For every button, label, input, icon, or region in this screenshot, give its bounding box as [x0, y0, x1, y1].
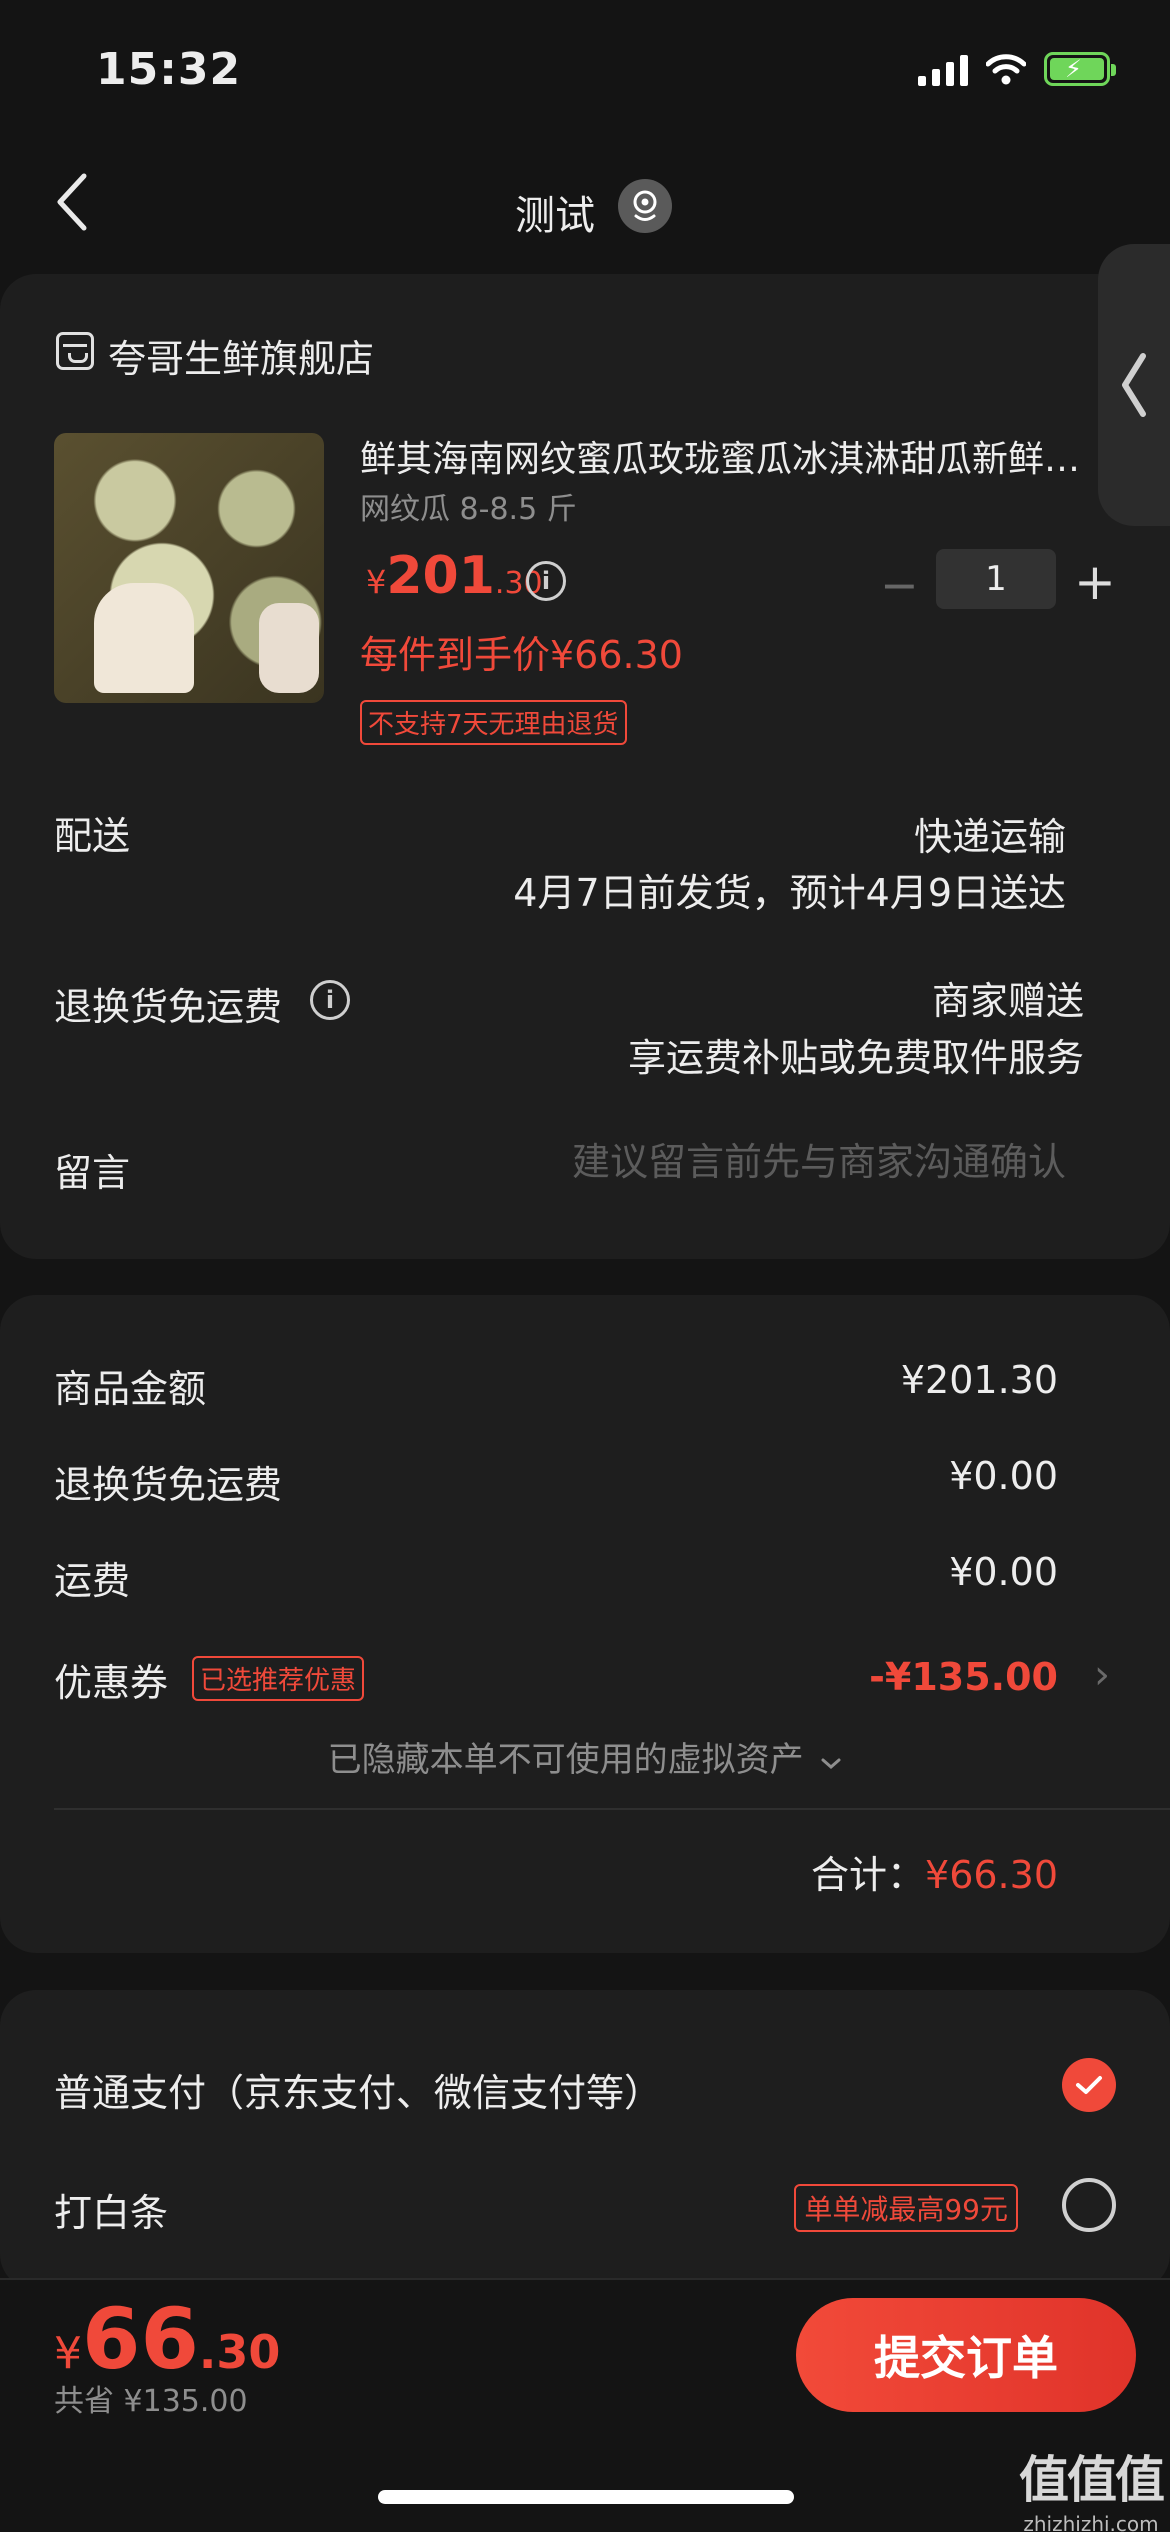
location-icon	[633, 190, 657, 221]
return-shipping-label: 退换货免运费	[54, 985, 283, 1029]
status-time: 15:32	[96, 44, 242, 95]
divider	[54, 1808, 1170, 1810]
product-spec: 网纹瓜 8-8.5 斤	[360, 492, 577, 527]
freight-value: ¥0.00	[949, 1550, 1058, 1594]
check-icon[interactable]	[1062, 2058, 1116, 2112]
quantity-decrease-button[interactable]: −	[880, 558, 919, 612]
coupon-amount[interactable]: -¥135.00	[869, 1655, 1058, 1699]
page-title: 测试	[515, 193, 595, 239]
battery-icon: ⚡	[1044, 52, 1116, 86]
baitiao-promo-badge: 单单减最高99元	[794, 2184, 1018, 2232]
total-saved: 共省 ¥135.00	[54, 2384, 248, 2419]
quantity-field[interactable]: 1	[936, 549, 1056, 609]
return-shipping-provider: 商家赠送	[931, 979, 1084, 1023]
payment-option-baitiao[interactable]: 打白条	[54, 2182, 168, 2237]
shop-name[interactable]: 夸哥生鲜旗舰店	[108, 328, 374, 383]
radio-unchecked-icon[interactable]	[1062, 2178, 1116, 2232]
order-total: 合计：¥66.30	[811, 1844, 1058, 1899]
product-image[interactable]	[54, 433, 324, 703]
cellular-signal-icon	[918, 52, 968, 86]
hidden-assets-text: 已隐藏本单不可使用的虚拟资产	[327, 1740, 804, 1780]
return-fee-value: ¥0.00	[949, 1454, 1058, 1498]
watermark-url: zhizhizhi.com	[1023, 2512, 1159, 2532]
home-indicator[interactable]	[378, 2490, 794, 2504]
hidden-assets-toggle[interactable]: 已隐藏本单不可使用的虚拟资产	[0, 1732, 1170, 1781]
chevron-right-icon[interactable]: ›	[1094, 1652, 1110, 1698]
status-icons: ⚡	[918, 52, 1116, 86]
price-integer: 201	[386, 546, 495, 606]
delivery-date: 4月7日前发货，预计4月9日送达	[513, 871, 1066, 915]
payable-decimal: .30	[198, 2325, 281, 2379]
watermark: 值值值 zhizhizhi.com	[1016, 2440, 1166, 2532]
wifi-icon	[986, 54, 1026, 85]
payable-integer: 66	[82, 2290, 199, 2388]
info-icon[interactable]: i	[310, 980, 350, 1020]
payment-option-standard[interactable]: 普通支付（京东支付、微信支付等）	[54, 2062, 662, 2117]
delivery-method[interactable]: 快递运输	[914, 806, 1066, 861]
order-item-card	[0, 274, 1170, 1259]
goods-amount-value: ¥201.30	[900, 1358, 1058, 1402]
watermark-logo: 值值值	[1019, 2451, 1165, 2509]
submit-order-button[interactable]: 提交订单	[796, 2298, 1136, 2412]
payment-method-card	[0, 1990, 1170, 2290]
unit-price: 每件到手价¥66.30	[360, 633, 683, 677]
chevron-down-icon	[821, 1758, 841, 1769]
delivery-label: 配送	[54, 814, 131, 858]
message-input[interactable]	[466, 1140, 1066, 1184]
product-price: ¥201.30	[366, 546, 543, 606]
shop-icon	[56, 332, 94, 370]
coupon-label: 优惠券	[54, 1661, 169, 1705]
no-return-badge: 不支持7天无理由退货	[360, 700, 627, 745]
coupon-tag: 已选推荐优惠	[192, 1656, 365, 1701]
goods-amount-label: 商品金额	[54, 1367, 207, 1411]
info-icon[interactable]: i	[526, 561, 566, 601]
side-drawer-tab[interactable]	[1098, 244, 1170, 526]
payable-symbol: ¥	[54, 2328, 82, 2379]
price-symbol: ¥	[366, 563, 387, 601]
total-value: ¥66.30	[925, 1853, 1058, 1897]
total-label: 合计：	[811, 1853, 926, 1897]
payable-price: ¥66.30	[54, 2290, 280, 2388]
product-title[interactable]: 鲜其海南网纹蜜瓜玫珑蜜瓜冰淇淋甜瓜新鲜水果	[360, 430, 1100, 482]
return-shipping-service: 享运费补贴或免费取件服务	[627, 1036, 1084, 1080]
quantity-increase-button[interactable]: +	[1074, 553, 1116, 611]
location-button[interactable]	[618, 179, 672, 233]
message-label: 留言	[54, 1151, 131, 1195]
freight-label: 运费	[54, 1559, 131, 1603]
chevron-left-icon	[1122, 353, 1146, 417]
return-fee-label: 退换货免运费	[54, 1463, 283, 1507]
